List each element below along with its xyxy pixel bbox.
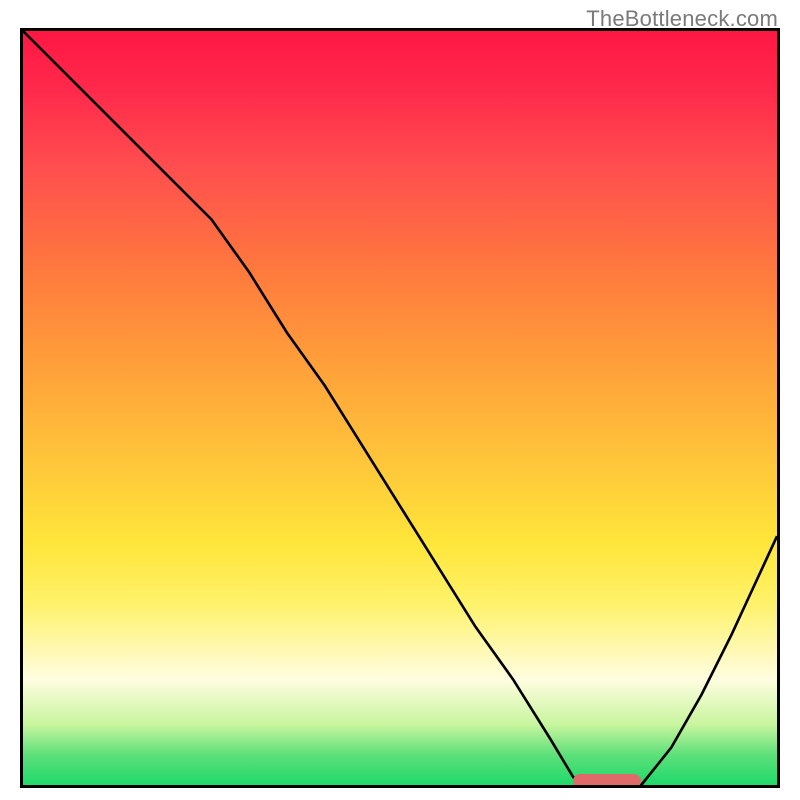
chart-frame xyxy=(20,28,780,788)
bottleneck-curve xyxy=(23,31,777,785)
optimal-range-marker xyxy=(573,774,641,788)
chart-curve-layer xyxy=(23,31,777,785)
